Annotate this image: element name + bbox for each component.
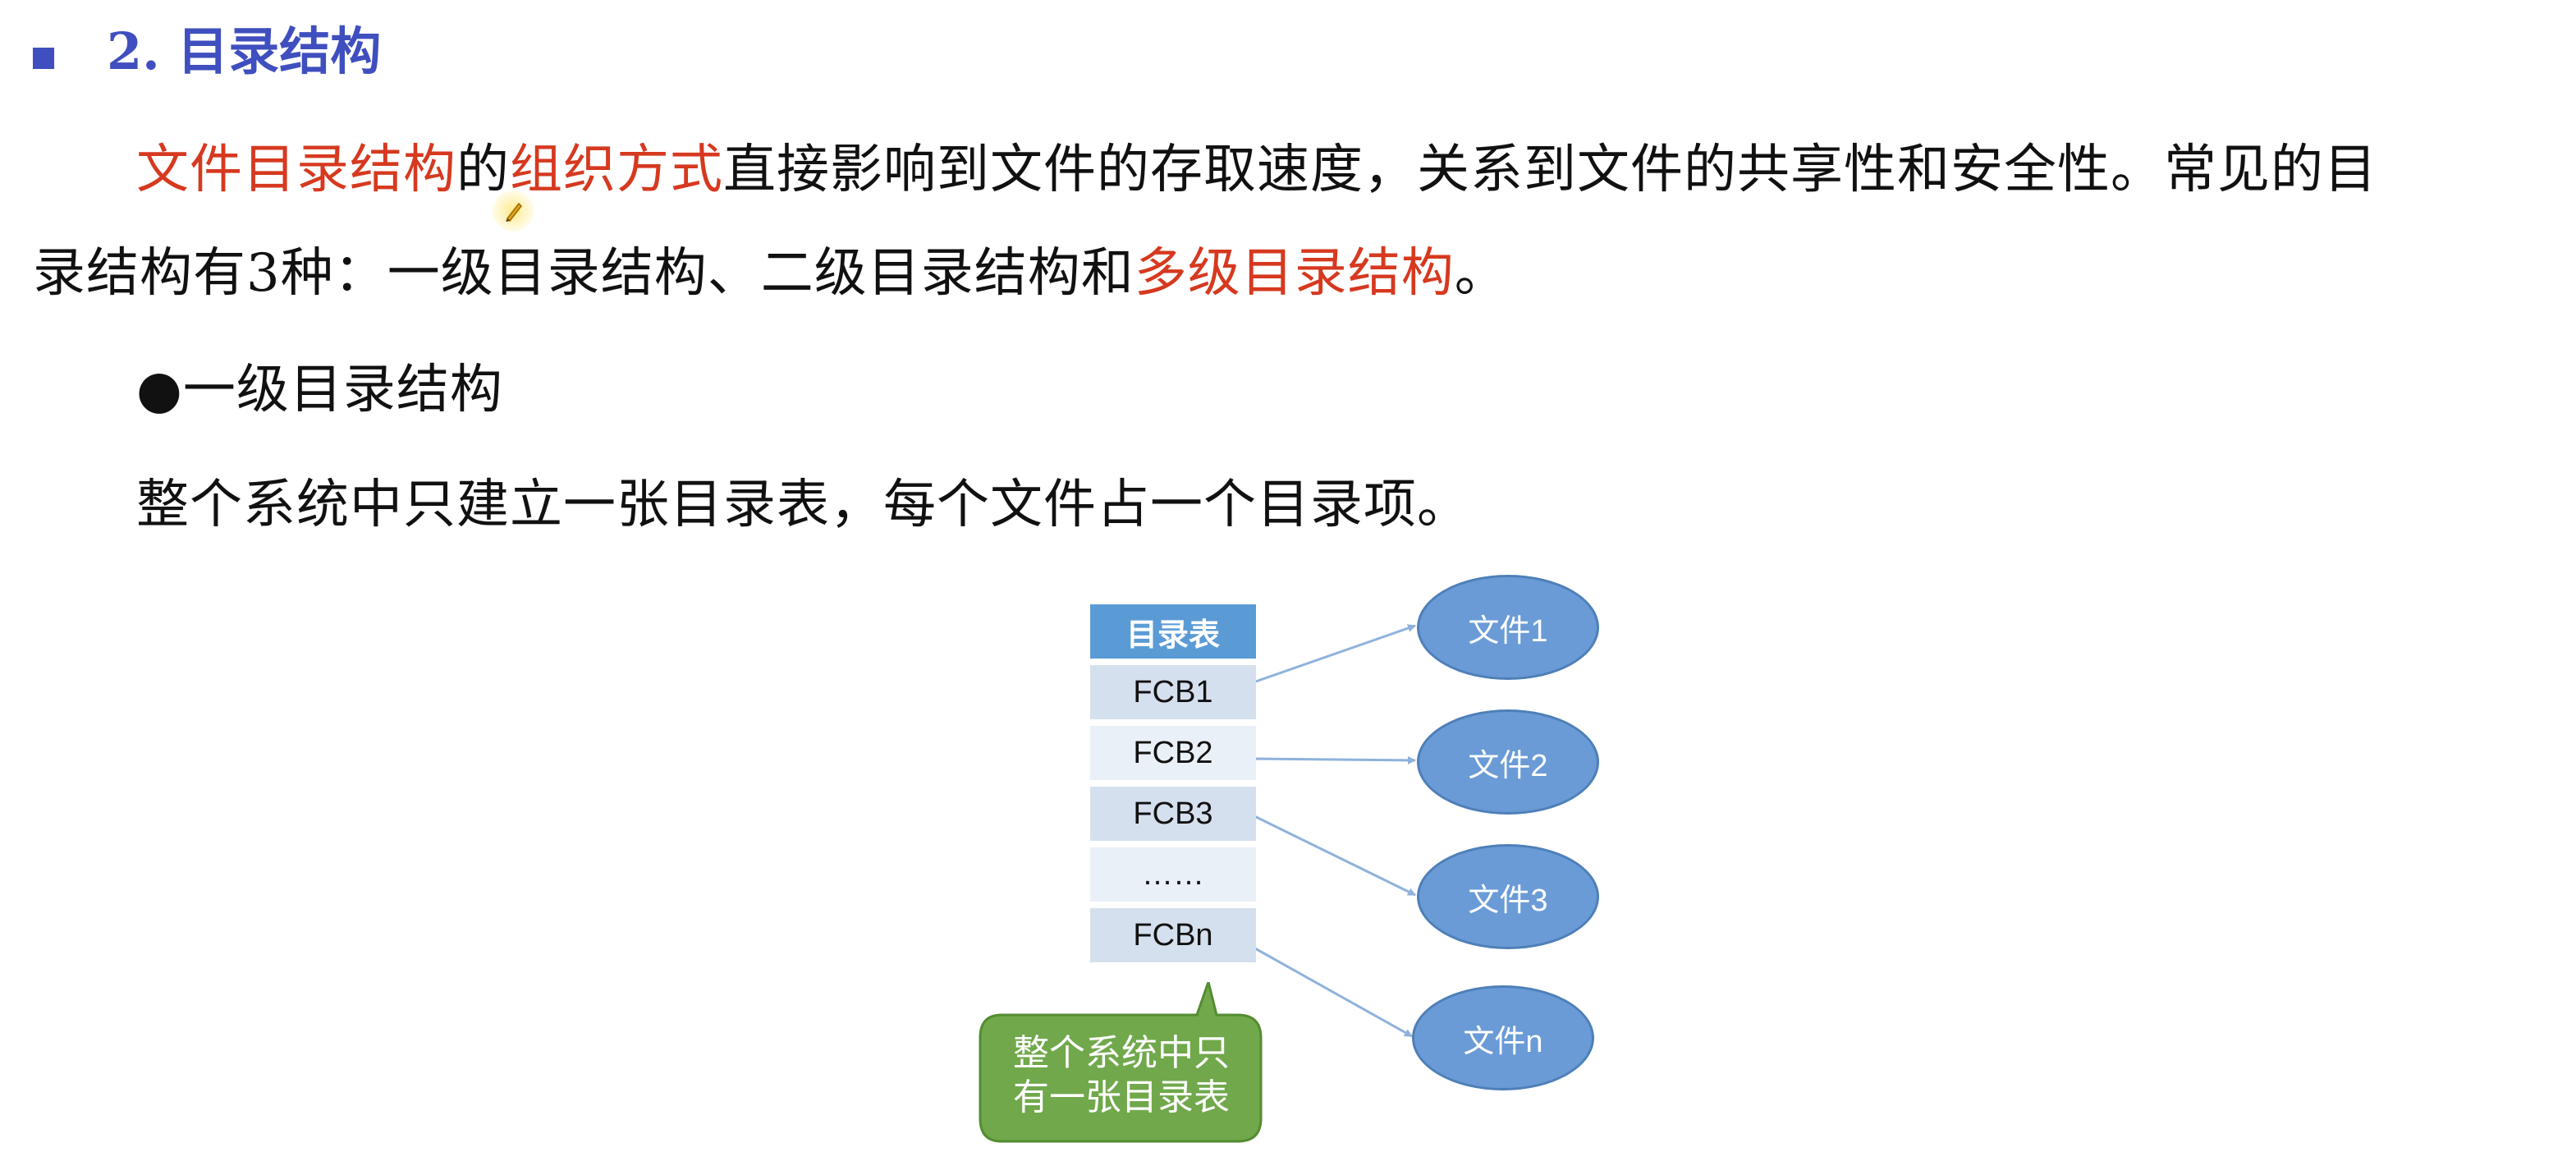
arrow-fcb2-to-file2 [1250,755,1416,764]
file-node-n: 文件n [1412,985,1594,1090]
callout-text: 整个系统中只 有一张目录表 [982,1031,1261,1120]
file-node-1: 文件1 [1417,575,1599,680]
table-row-fcb1: FCB1 [1090,665,1256,719]
file-node-3: 文件3 [1417,844,1599,949]
directory-table: 目录表 FCB1 FCB2 FCB3 …… FCBn [1090,604,1256,969]
table-row-fcb2: FCB2 [1090,726,1256,780]
table-row-fcb3: FCB3 [1090,787,1256,841]
arrow-fcbn-to-filen [1247,943,1413,1038]
directory-table-header: 目录表 [1090,604,1256,659]
file-node-2: 文件2 [1417,709,1599,815]
callout-line-2: 有一张目录表 [1013,1076,1230,1118]
arrow-fcb1-to-file1 [1250,624,1416,685]
table-row-ellipsis: …… [1090,847,1256,902]
connector-arrows [1247,624,1416,1038]
callout-line-1: 整个系统中只 [1013,1032,1230,1074]
arrow-fcb3-to-file3 [1247,811,1416,897]
table-row-fcbn: FCBn [1090,908,1256,962]
